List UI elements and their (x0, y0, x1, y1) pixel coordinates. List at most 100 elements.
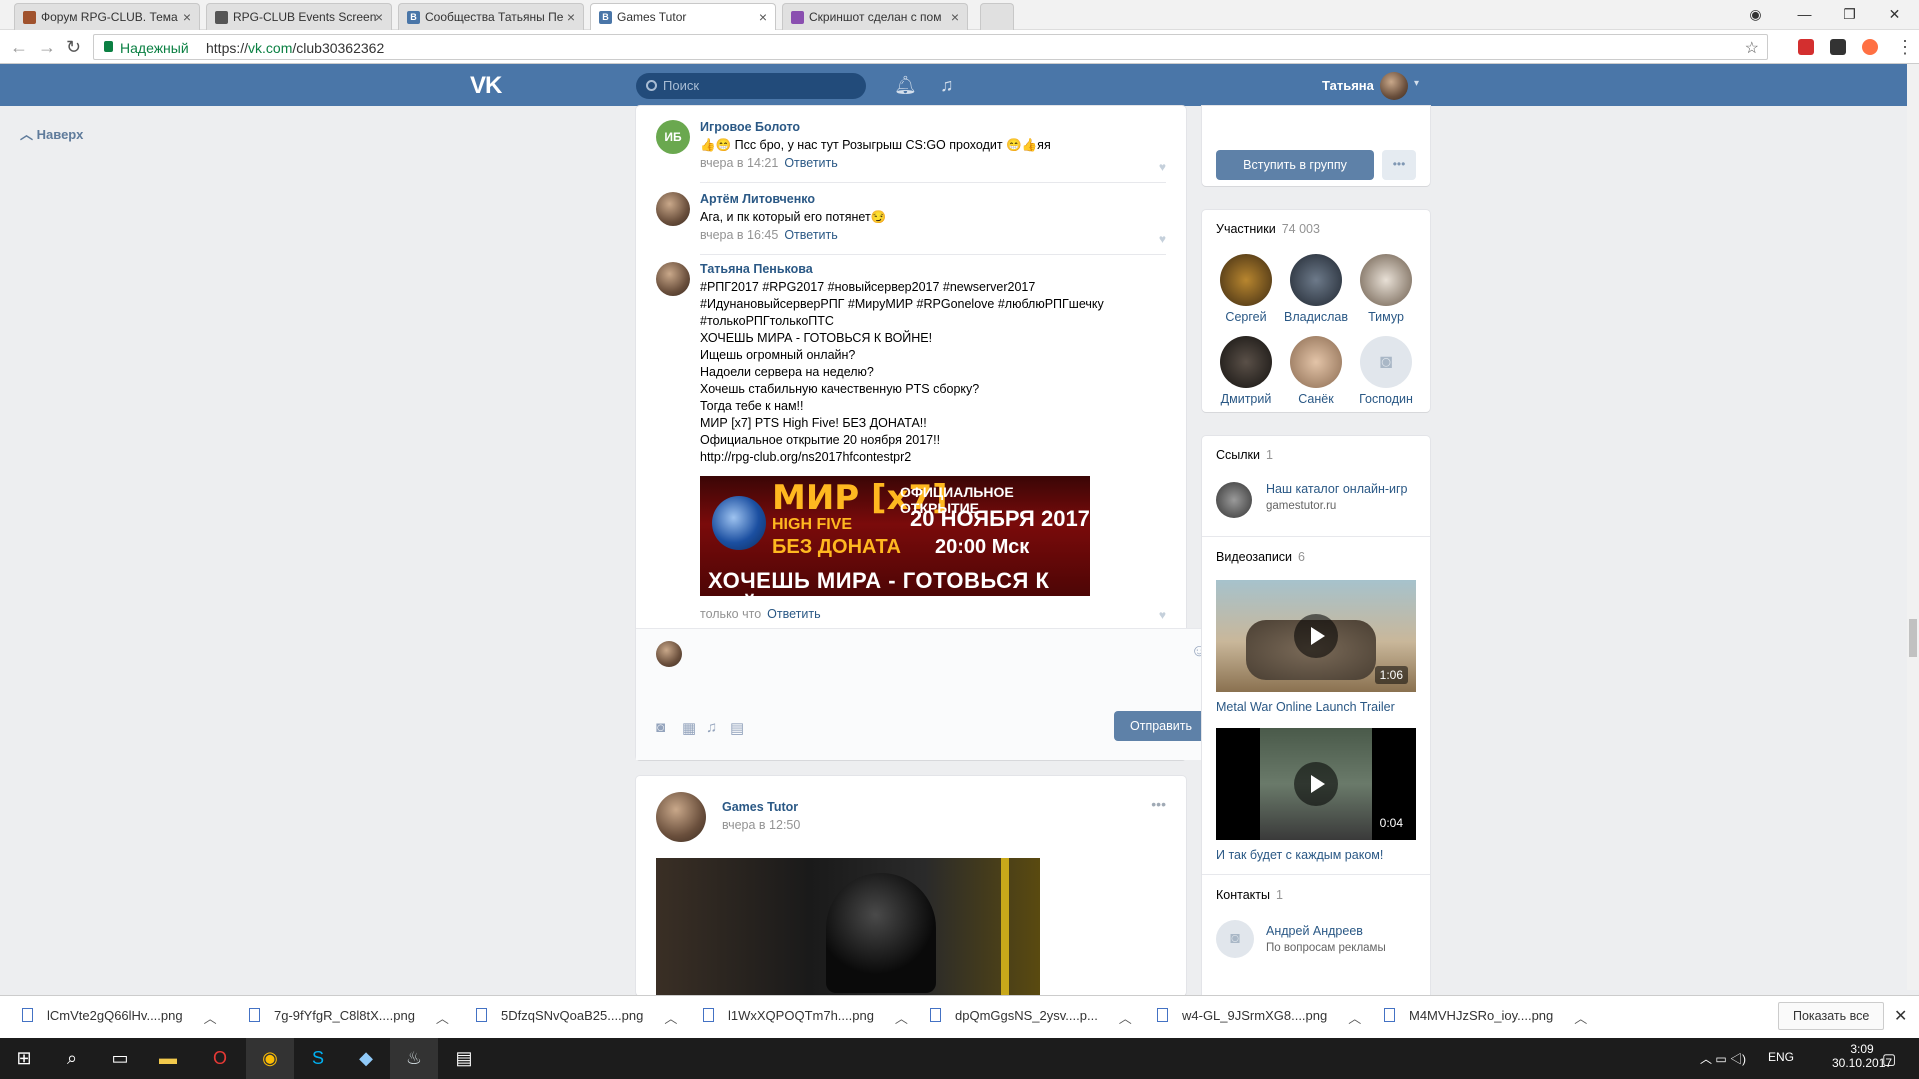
download-item[interactable]: l1WxXQPOQTm7h....png ︿ (703, 1008, 908, 1026)
video-thumbnail[interactable]: 0:04 (1216, 728, 1416, 840)
comment-link[interactable]: http://rpg-club.org/ns2017hfcontestpr2 (700, 449, 1140, 466)
search-input[interactable]: Поиск (636, 73, 866, 99)
chevron-up-icon[interactable]: ︿ (204, 1008, 217, 1027)
comment-author[interactable]: Игровое Болото (700, 120, 800, 134)
contact-avatar-placeholder-icon[interactable]: ◙ (1216, 920, 1254, 958)
more-options-icon[interactable]: ••• (1151, 796, 1166, 812)
play-icon[interactable] (1294, 762, 1338, 806)
contact-name[interactable]: Андрей Андреев (1266, 924, 1363, 938)
chevron-up-icon[interactable]: ︿ (1348, 1008, 1361, 1027)
close-window-icon[interactable]: ✕ (1872, 0, 1917, 30)
close-tab-icon[interactable]: × (567, 9, 575, 25)
comment-author[interactable]: Татьяна Пенькова (700, 262, 813, 276)
post-image[interactable] (656, 858, 1040, 996)
browser-tab-active[interactable]: В Games Tutor × (590, 3, 776, 31)
user-name[interactable]: Татьяна (1322, 78, 1374, 93)
chevron-up-icon[interactable]: ︿ (1119, 1008, 1132, 1027)
chevron-up-icon[interactable]: ︿ (436, 1008, 449, 1027)
browser-tab-5[interactable]: Скриншот сделан с пом × (782, 3, 968, 30)
comment-author[interactable]: Артём Литовченко (700, 192, 815, 206)
tray-icons[interactable]: ︿ ▭ ◁) (1700, 1050, 1746, 1067)
show-all-downloads-button[interactable]: Показать все (1778, 1002, 1885, 1030)
vk-logo-icon[interactable]: VK (470, 72, 502, 100)
links-title[interactable]: Ссылки 1 (1216, 448, 1273, 462)
promo-banner-image[interactable]: МИР [x7] HIGH FIVE БЕЗ ДОНАТА ОФИЦИАЛЬНО… (700, 476, 1090, 596)
extension-icon[interactable] (1830, 39, 1846, 55)
play-icon[interactable] (1294, 614, 1338, 658)
post-time[interactable]: вчера в 12:50 (722, 818, 800, 832)
commenter-avatar[interactable] (656, 192, 690, 226)
scroll-up-button[interactable]: ︿ Наверх (20, 124, 83, 143)
commenter-avatar[interactable] (656, 262, 690, 296)
commenter-avatar[interactable]: ИБ (656, 120, 690, 154)
extension-icon[interactable] (1862, 39, 1878, 55)
camera-icon[interactable]: ◙ (656, 719, 665, 736)
reply-link[interactable]: Ответить (767, 607, 820, 621)
profile-icon[interactable]: ◉ (1733, 0, 1778, 30)
task-view-icon[interactable]: ▭ (96, 1038, 144, 1079)
join-group-button[interactable]: Вступить в группу (1216, 150, 1374, 180)
notifications-bell-icon[interactable]: 🔔︎ (894, 75, 917, 96)
browser-tab-1[interactable]: Форум RPG-CLUB. Тема × (14, 3, 200, 30)
member-item[interactable]: Сергей (1212, 254, 1280, 324)
video-icon[interactable]: ▦ (682, 719, 696, 737)
back-icon[interactable]: ← (10, 37, 28, 58)
browser-tab-3[interactable]: В Сообщества Татьяны Пе × (398, 3, 584, 30)
chevron-down-icon[interactable]: ▾ (1414, 78, 1419, 89)
contacts-title[interactable]: Контакты 1 (1216, 888, 1283, 902)
download-item[interactable]: lCmVte2gQ66lHv....png ︿ (22, 1008, 217, 1026)
like-heart-icon[interactable]: ♥ (1159, 232, 1166, 246)
comment-input[interactable] (692, 635, 1152, 675)
video-thumbnail[interactable]: 1:06 (1216, 580, 1416, 692)
member-item[interactable]: Дмитрий (1212, 336, 1280, 406)
new-tab-button[interactable] (980, 3, 1014, 30)
chevron-up-icon[interactable]: ︿ (1574, 1008, 1587, 1027)
member-item[interactable]: ◙ Господин (1352, 336, 1420, 406)
member-item[interactable]: Владислав (1282, 254, 1350, 324)
like-heart-icon[interactable]: ♥ (1159, 608, 1166, 622)
comment-hashtags[interactable]: #РПГ2017 #RPG2017 #новыйсервер2017 #news… (700, 279, 1140, 330)
video-editor-icon[interactable]: ▤ (440, 1038, 488, 1079)
like-heart-icon[interactable]: ♥ (1159, 160, 1166, 174)
language-indicator[interactable]: ENG (1768, 1050, 1794, 1064)
post-author-avatar[interactable] (656, 792, 706, 842)
steam-icon[interactable]: ♨ (390, 1038, 438, 1079)
menu-icon[interactable]: ⋮ (1896, 37, 1914, 58)
members-title[interactable]: Участники 74 003 (1216, 222, 1320, 236)
user-avatar[interactable] (1380, 72, 1408, 100)
close-tab-icon[interactable]: × (183, 9, 191, 25)
download-item[interactable]: M4MVHJzSRo_ioy....png ︿ (1384, 1008, 1587, 1026)
videos-title[interactable]: Видеозаписи 6 (1216, 550, 1305, 564)
music-icon[interactable]: ♫ (706, 719, 717, 736)
browser-tab-2[interactable]: RPG-CLUB Events Screen × (206, 3, 392, 30)
member-item[interactable]: Санёк (1282, 336, 1350, 406)
chevron-up-icon[interactable]: ︿ (895, 1008, 908, 1027)
reply-link[interactable]: Ответить (784, 156, 837, 170)
send-button[interactable]: Отправить (1114, 711, 1208, 741)
link-logo[interactable] (1216, 482, 1252, 518)
chevron-up-icon[interactable]: ︿ (664, 1008, 677, 1027)
download-item[interactable]: dpQmGgsNS_2ysv....p... ︿ (930, 1008, 1132, 1026)
video-title[interactable]: И так будет с каждым раком! (1216, 848, 1383, 862)
post-author[interactable]: Games Tutor (722, 800, 798, 814)
download-item[interactable]: 7g-9fYfgR_C8l8tX....png ︿ (249, 1008, 449, 1026)
close-tab-icon[interactable]: × (951, 9, 959, 25)
extension-icon[interactable] (1798, 39, 1814, 55)
document-icon[interactable]: ▤ (730, 719, 744, 737)
video-title[interactable]: Metal War Online Launch Trailer (1216, 700, 1395, 714)
scrollbar-thumb[interactable] (1909, 619, 1917, 657)
app-icon[interactable]: ◆ (342, 1038, 390, 1079)
bookmark-star-icon[interactable]: ☆ (1745, 38, 1759, 58)
reply-link[interactable]: Ответить (784, 228, 837, 242)
restore-icon[interactable]: ❐ (1827, 0, 1872, 30)
close-tab-icon[interactable]: × (375, 9, 383, 25)
member-item[interactable]: Тимур (1352, 254, 1420, 324)
minimize-icon[interactable]: — (1782, 0, 1827, 30)
music-icon[interactable]: ♫ (940, 75, 954, 96)
close-shelf-icon[interactable]: ✕ (1894, 1006, 1907, 1026)
notifications-icon[interactable]: ▢ (1882, 1050, 1896, 1068)
reload-icon[interactable]: ↻ (66, 37, 81, 58)
more-options-icon[interactable]: ••• (1382, 150, 1416, 180)
download-item[interactable]: w4-GL_9JSrmXG8....png ︿ (1157, 1008, 1361, 1026)
windows-start-icon[interactable]: ⊞ (0, 1038, 48, 1079)
